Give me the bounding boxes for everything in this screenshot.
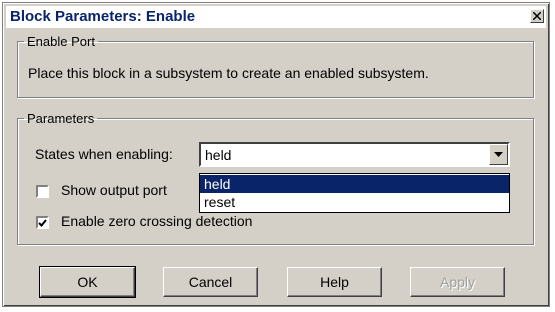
show-output-port-checkbox[interactable] <box>36 185 49 198</box>
enable-port-description: Place this block in a subsystem to creat… <box>28 65 429 81</box>
enable-port-legend: Enable Port <box>27 34 95 49</box>
parameters-legend: Parameters <box>27 111 95 126</box>
states-when-enabling-select[interactable]: held <box>199 142 510 167</box>
checkmark-icon <box>38 218 47 227</box>
option-held[interactable]: held <box>200 175 509 193</box>
states-when-enabling-value: held <box>205 147 232 163</box>
close-button[interactable] <box>530 9 544 23</box>
enable-zero-crossing-checkbox[interactable] <box>36 216 49 229</box>
chevron-down-icon <box>494 152 503 157</box>
apply-button[interactable]: Apply <box>410 267 505 297</box>
states-dropdown-list: held reset <box>199 173 510 213</box>
cancel-button[interactable]: Cancel <box>163 267 258 297</box>
show-output-port-label: Show output port <box>61 182 167 198</box>
option-reset[interactable]: reset <box>200 193 509 211</box>
close-icon <box>533 12 541 20</box>
states-when-enabling-label: States when enabling: <box>35 146 173 162</box>
dialog-title: Block Parameters: Enable <box>10 8 196 25</box>
block-parameters-dialog: Block Parameters: Enable Enable Port Pla… <box>2 2 550 307</box>
help-button[interactable]: Help <box>287 267 382 297</box>
ok-button[interactable]: OK <box>39 266 136 298</box>
dropdown-arrow-button[interactable] <box>489 144 508 165</box>
title-bar[interactable]: Block Parameters: Enable <box>6 6 546 28</box>
enable-zero-crossing-label: Enable zero crossing detection <box>61 213 253 229</box>
